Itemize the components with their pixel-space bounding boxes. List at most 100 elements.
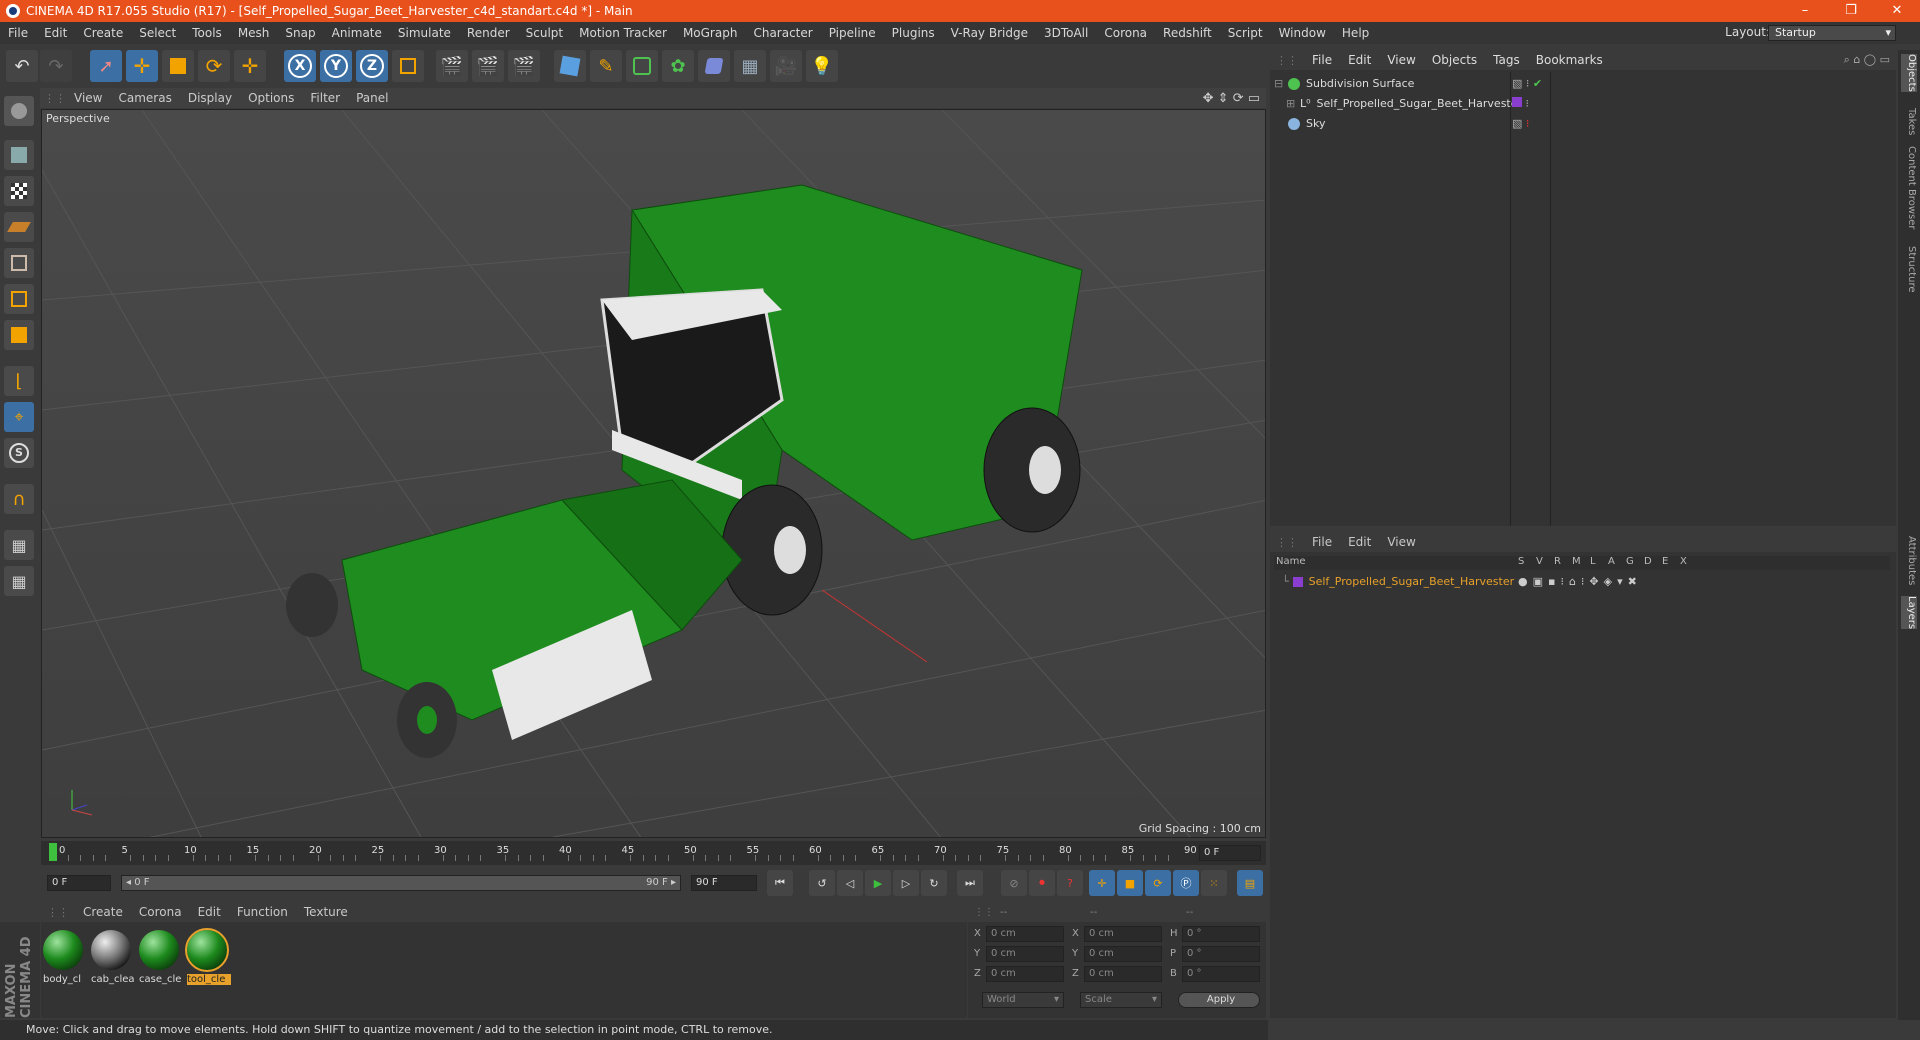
axis-x-lock-button[interactable]: X — [284, 50, 316, 82]
deformer-button[interactable] — [698, 50, 730, 82]
tab-objects[interactable]: Objects — [1901, 54, 1917, 92]
menu-3dtoall[interactable]: 3DToAll — [1036, 26, 1096, 40]
previous-frame-button[interactable]: ◁ — [837, 870, 863, 896]
menu-window[interactable]: Window — [1271, 26, 1334, 40]
axis-y-lock-button[interactable]: Y — [320, 50, 352, 82]
tab-layers[interactable]: Layers — [1901, 596, 1917, 630]
tree-expand-icon[interactable]: ⊞ — [1286, 97, 1300, 110]
camera-button[interactable]: 🎥 — [770, 50, 802, 82]
lock-workplane-button[interactable]: ▦ — [4, 530, 34, 560]
object-menu-edit[interactable]: Edit — [1340, 53, 1379, 67]
rotate-tool-button[interactable]: ⟳ — [198, 50, 230, 82]
menu-select[interactable]: Select — [131, 26, 184, 40]
menu-mesh[interactable]: Mesh — [230, 26, 278, 40]
menu-redshift[interactable]: Redshift — [1155, 26, 1220, 40]
menu-animate[interactable]: Animate — [324, 26, 390, 40]
object-flags[interactable]: ▧ ⁝ — [1512, 117, 1529, 130]
menu-sculpt[interactable]: Sculpt — [518, 26, 571, 40]
frame-range-slider[interactable]: ◂ 0 F 90 F ▸ — [121, 875, 681, 891]
material-menu-texture[interactable]: Texture — [296, 905, 356, 919]
autokey-button[interactable]: ? — [1057, 870, 1083, 896]
size-y-field[interactable]: 0 cm — [1084, 946, 1162, 962]
timeline-ruler[interactable]: 0 5 10 15 20 25 30 35 40 45 50 55 60 65 70 75 80 85 90 0 F — [41, 841, 1266, 865]
tab-structure[interactable]: Structure — [1901, 246, 1917, 293]
apply-button[interactable]: Apply — [1178, 992, 1260, 1008]
next-frame-button[interactable]: ▷ — [893, 870, 919, 896]
size-x-field[interactable]: 0 cm — [1084, 926, 1162, 942]
menu-plugins[interactable]: Plugins — [884, 26, 943, 40]
layout-dropdown[interactable]: Startup ▾ — [1768, 25, 1896, 41]
cube-object-button[interactable] — [554, 50, 586, 82]
menu-help[interactable]: Help — [1334, 26, 1377, 40]
object-manager-tools-icons[interactable]: ⌕ ⌂ ◯ ▭ — [1844, 53, 1890, 67]
timeline-button[interactable]: ▤ — [1237, 870, 1263, 896]
position-y-field[interactable]: 0 cm — [986, 946, 1064, 962]
position-z-field[interactable]: 0 cm — [986, 966, 1064, 982]
layer-menu-view[interactable]: View — [1379, 535, 1423, 549]
light-button[interactable]: 💡 — [806, 50, 838, 82]
scale-tool-button[interactable] — [162, 50, 194, 82]
object-row-harvester[interactable]: ⊞ L⁰ Self_Propelled_Sugar_Beet_Harvester… — [1274, 94, 1890, 113]
planar-workplane-button[interactable]: ▦ — [4, 566, 34, 596]
record-button[interactable]: ⏺ — [1029, 870, 1055, 896]
snap-button[interactable]: S — [4, 438, 34, 468]
object-menu-view[interactable]: View — [1379, 53, 1423, 67]
end-frame-field[interactable]: 90 F — [691, 875, 757, 891]
material-menu-edit[interactable]: Edit — [190, 905, 229, 919]
menu-create[interactable]: Create — [75, 26, 131, 40]
restore-button[interactable]: ❐ — [1828, 0, 1874, 22]
rotation-b-field[interactable]: 0 ° — [1182, 966, 1260, 982]
texture-mode-button[interactable] — [4, 176, 34, 206]
tab-content-browser[interactable]: Content Browser — [1901, 146, 1917, 229]
menu-edit[interactable]: Edit — [36, 26, 75, 40]
start-frame-field[interactable]: 0 F — [47, 875, 111, 891]
menu-file[interactable]: File — [0, 26, 36, 40]
next-key-button[interactable]: ↻ — [921, 870, 947, 896]
select-tool-button[interactable]: ➚ — [90, 50, 122, 82]
tweak-mode-button[interactable]: ⌖ — [4, 402, 34, 432]
axis-mode-button[interactable]: ⌊ — [4, 366, 34, 396]
go-to-end-button[interactable]: ⏭ — [957, 870, 983, 896]
pen-spline-button[interactable]: ✎ — [590, 50, 622, 82]
coordinate-system-button[interactable] — [392, 50, 424, 82]
layer-menu-edit[interactable]: Edit — [1340, 535, 1379, 549]
menu-script[interactable]: Script — [1220, 26, 1271, 40]
last-tool-button[interactable]: ✛ — [234, 50, 266, 82]
object-row-subdivision[interactable]: ⊟ Subdivision Surface ▧ ⁝ ✔ — [1274, 74, 1890, 93]
render-picture-viewer-button[interactable]: 🎬 — [472, 50, 504, 82]
viewport-menu-options[interactable]: Options — [240, 91, 302, 105]
playhead[interactable] — [49, 843, 57, 861]
edges-mode-button[interactable] — [4, 284, 34, 314]
subdivision-surface-button[interactable] — [626, 50, 658, 82]
points-mode-button[interactable] — [4, 248, 34, 278]
menu-motion-tracker[interactable]: Motion Tracker — [571, 26, 675, 40]
object-menu-file[interactable]: File — [1304, 53, 1340, 67]
render-settings-button[interactable]: 🎬 — [508, 50, 540, 82]
viewport-menu-panel[interactable]: Panel — [348, 91, 396, 105]
coordinate-mode-dropdown[interactable]: World ▾ — [982, 992, 1064, 1008]
object-flags[interactable]: ▧ ⁝ ✔ — [1512, 77, 1542, 90]
key-parameter-button[interactable]: Ⓟ — [1173, 870, 1199, 896]
menu-character[interactable]: Character — [745, 26, 820, 40]
go-to-start-button[interactable]: ⏮ — [767, 870, 793, 896]
menu-mograph[interactable]: MoGraph — [675, 26, 746, 40]
position-x-field[interactable]: 0 cm — [986, 926, 1064, 942]
viewport-menu-display[interactable]: Display — [180, 91, 240, 105]
material-menu-corona[interactable]: Corona — [131, 905, 190, 919]
key-position-button[interactable]: ✛ — [1089, 870, 1115, 896]
workplane-mode-button[interactable] — [4, 212, 34, 242]
move-tool-button[interactable]: ✛ — [126, 50, 158, 82]
layer-row[interactable]: └ Self_Propelled_Sugar_Beet_Harvester ●▣… — [1274, 572, 1890, 591]
axis-z-lock-button[interactable]: Z — [356, 50, 388, 82]
motion-record-button[interactable]: ⊘ — [1001, 870, 1027, 896]
play-button[interactable]: ▶ — [865, 870, 891, 896]
menu-render[interactable]: Render — [459, 26, 518, 40]
size-mode-dropdown[interactable]: Scale ▾ — [1080, 992, 1162, 1008]
rotation-h-field[interactable]: 0 ° — [1182, 926, 1260, 942]
menu-vray-bridge[interactable]: V-Ray Bridge — [943, 26, 1036, 40]
previous-key-button[interactable]: ↺ — [809, 870, 835, 896]
object-menu-objects[interactable]: Objects — [1424, 53, 1485, 67]
rotation-p-field[interactable]: 0 ° — [1182, 946, 1260, 962]
menu-snap[interactable]: Snap — [277, 26, 323, 40]
viewport-menu-filter[interactable]: Filter — [302, 91, 348, 105]
